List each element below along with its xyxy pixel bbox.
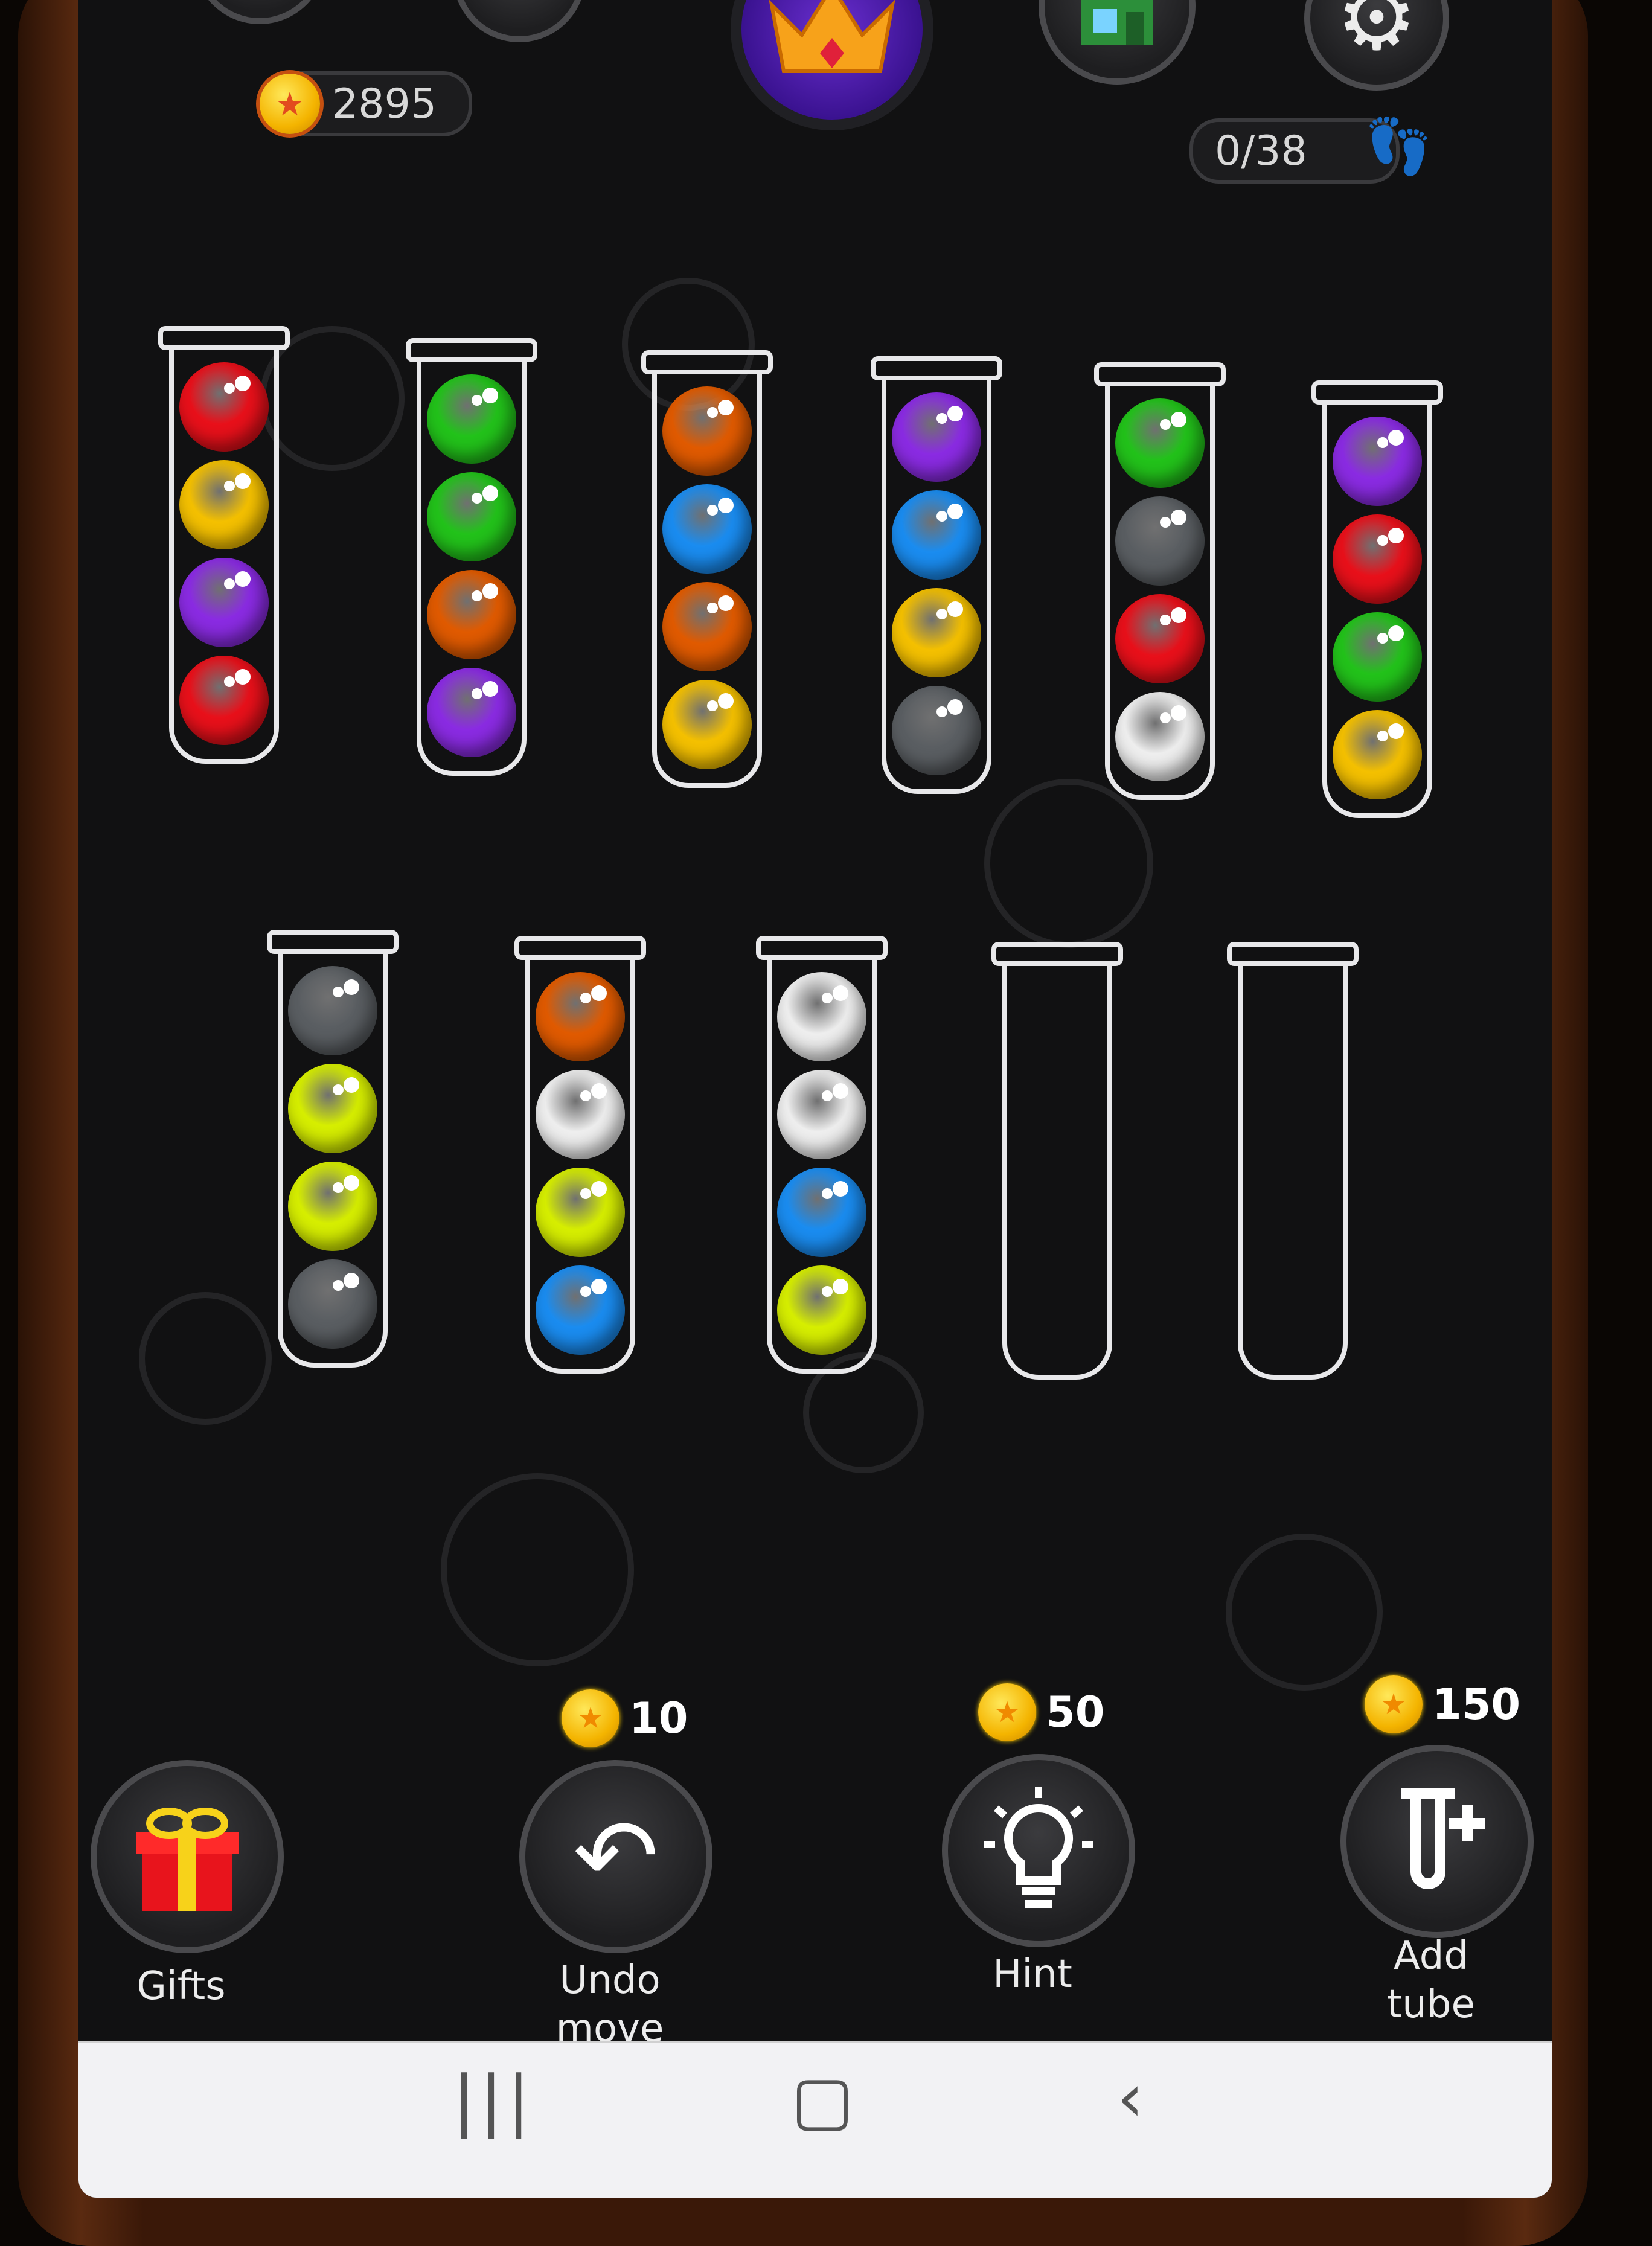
add-tube-icon (1401, 1788, 1485, 1889)
background-doodle (139, 1292, 272, 1425)
system-nav-bar: ||| ▢ ‹ (78, 2041, 1552, 2198)
ball-yellow (1333, 710, 1422, 799)
background-doodle (1226, 1534, 1383, 1691)
home-icon[interactable]: ▢ (791, 2061, 854, 2139)
recent-apps-icon[interactable]: ||| (453, 2061, 534, 2139)
ball-red (1115, 594, 1205, 683)
ball-blue (536, 1265, 625, 1355)
ball-white (1115, 692, 1205, 781)
tube[interactable] (158, 326, 290, 764)
gifts-button[interactable] (91, 1760, 284, 1953)
footsteps-icon: 👣 (1365, 115, 1433, 178)
add-tube-cost-value: 150 (1432, 1680, 1521, 1729)
undo-icon: ↶ (572, 1797, 659, 1916)
ball-yellow (179, 460, 269, 549)
ball-blue (662, 484, 752, 574)
ball-red (179, 656, 269, 745)
game-screen: ↻ ⚙ ★ 2895 0/38 (78, 0, 1552, 2198)
settings-button[interactable]: ⚙ (1304, 0, 1449, 91)
tube[interactable] (756, 936, 888, 1374)
level-button[interactable] (193, 0, 326, 24)
ball-white (777, 972, 866, 1061)
replay-icon: ↻ (487, 0, 552, 15)
ball-orange (427, 570, 516, 659)
ball-red (1333, 514, 1422, 604)
coin-count: 2895 (332, 80, 437, 128)
gifts-label: Gifts (136, 1964, 226, 2009)
ball-lime (288, 1064, 377, 1153)
ball-purple (179, 558, 269, 647)
ball-green (427, 374, 516, 464)
ball-purple (427, 668, 516, 757)
shop-icon (1081, 0, 1153, 45)
coin-icon: ★ (978, 1683, 1036, 1741)
ball-yellow (892, 588, 981, 677)
ball-gray (288, 966, 377, 1055)
ball-gray (892, 686, 981, 775)
ball-orange (662, 386, 752, 476)
phone-frame: ↻ ⚙ ★ 2895 0/38 (18, 0, 1588, 2246)
hint-cost: ★ 50 (978, 1683, 1104, 1741)
background-doodle (441, 1473, 634, 1666)
ball-white (536, 1070, 625, 1159)
ball-yellow (662, 680, 752, 769)
back-icon[interactable]: ‹ (1117, 2059, 1144, 2136)
gift-icon (136, 1808, 239, 1911)
shop-button[interactable] (1039, 0, 1196, 85)
ball-orange (662, 582, 752, 671)
ball-gray (1115, 496, 1205, 586)
tube[interactable] (406, 338, 537, 776)
undo-cost-value: 10 (629, 1694, 688, 1743)
undo-cost: ★ 10 (562, 1689, 688, 1747)
crown-icon (769, 0, 895, 73)
ball-white (777, 1070, 866, 1159)
hint-label: Hint (993, 1952, 1072, 1997)
empty-tube[interactable] (1227, 942, 1359, 1380)
ball-lime (777, 1265, 866, 1355)
ball-red (179, 362, 269, 452)
crown-button[interactable] (731, 0, 933, 130)
ball-gray (288, 1259, 377, 1349)
tube[interactable] (267, 930, 399, 1368)
empty-tube[interactable] (991, 942, 1123, 1380)
add-tube-label: Add tube (1387, 1934, 1475, 2027)
tube[interactable] (871, 356, 1002, 794)
undo-label: Undo move (555, 1958, 664, 2051)
ball-purple (1333, 417, 1422, 506)
tube[interactable] (514, 936, 646, 1374)
gear-icon: ⚙ (1336, 0, 1418, 71)
ball-blue (777, 1168, 866, 1257)
restart-button[interactable]: ↻ (453, 0, 586, 42)
ball-purple (892, 392, 981, 482)
tube[interactable] (641, 350, 773, 788)
tube[interactable] (1094, 362, 1226, 800)
lightbulb-icon (984, 1787, 1093, 1908)
ball-green (1333, 612, 1422, 702)
ball-green (1115, 398, 1205, 488)
coin-icon: ★ (260, 74, 320, 134)
ball-blue (892, 490, 981, 580)
hint-cost-value: 50 (1046, 1688, 1105, 1737)
ball-orange (536, 972, 625, 1061)
ball-lime (288, 1162, 377, 1251)
background-doodle (984, 779, 1153, 948)
add-tube-cost: ★ 150 (1365, 1675, 1520, 1733)
add-tube-button[interactable] (1340, 1745, 1534, 1938)
moves-count: 0/38 (1215, 127, 1307, 175)
ball-lime (536, 1168, 625, 1257)
ball-green (427, 472, 516, 562)
hint-button[interactable] (942, 1754, 1135, 1947)
undo-button[interactable]: ↶ (519, 1760, 712, 1953)
tube[interactable] (1311, 380, 1443, 818)
coin-icon: ★ (1365, 1675, 1423, 1733)
coin-icon: ★ (562, 1689, 620, 1747)
coin-counter: ★ 2895 (260, 71, 472, 136)
